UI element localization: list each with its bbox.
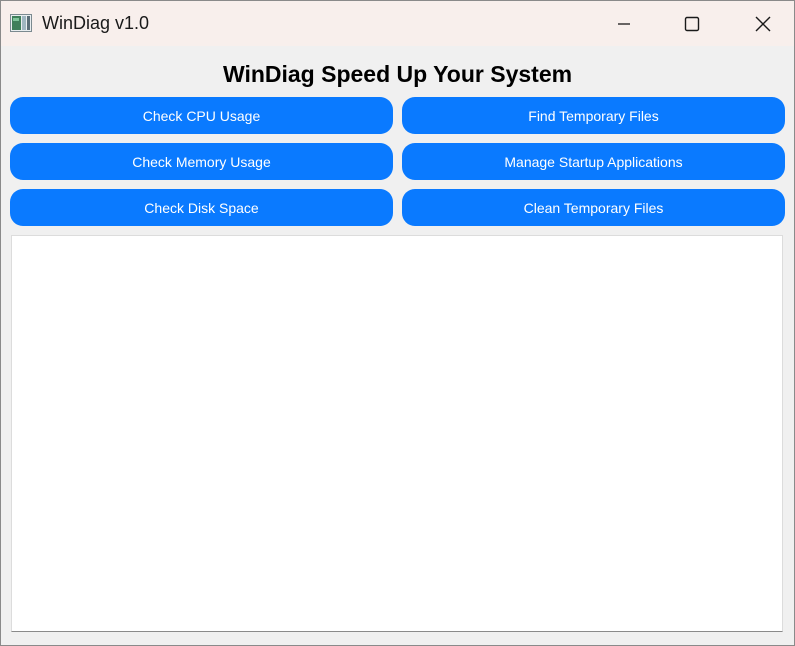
- close-button[interactable]: [733, 1, 793, 46]
- maximize-button[interactable]: [662, 1, 722, 46]
- app-window: WinDiag v1.0 WinDiag Speed Up Your Syste…: [0, 0, 795, 646]
- clean-temporary-files-button[interactable]: Clean Temporary Files: [402, 189, 785, 226]
- title-bar[interactable]: WinDiag v1.0: [1, 1, 794, 46]
- window-title: WinDiag v1.0: [42, 13, 150, 33]
- check-memory-usage-button[interactable]: Check Memory Usage: [10, 143, 393, 180]
- output-text-area[interactable]: [11, 235, 783, 632]
- app-icon: [10, 14, 32, 32]
- manage-startup-applications-button[interactable]: Manage Startup Applications: [402, 143, 785, 180]
- check-cpu-usage-button[interactable]: Check CPU Usage: [10, 97, 393, 134]
- close-icon: [755, 16, 771, 32]
- page-title: WinDiag Speed Up Your System: [222, 61, 573, 87]
- check-disk-space-button[interactable]: Check Disk Space: [10, 189, 393, 226]
- minimize-icon: [617, 17, 631, 31]
- find-temporary-files-button[interactable]: Find Temporary Files: [402, 97, 785, 134]
- maximize-icon: [684, 16, 700, 32]
- minimize-button[interactable]: [594, 1, 654, 46]
